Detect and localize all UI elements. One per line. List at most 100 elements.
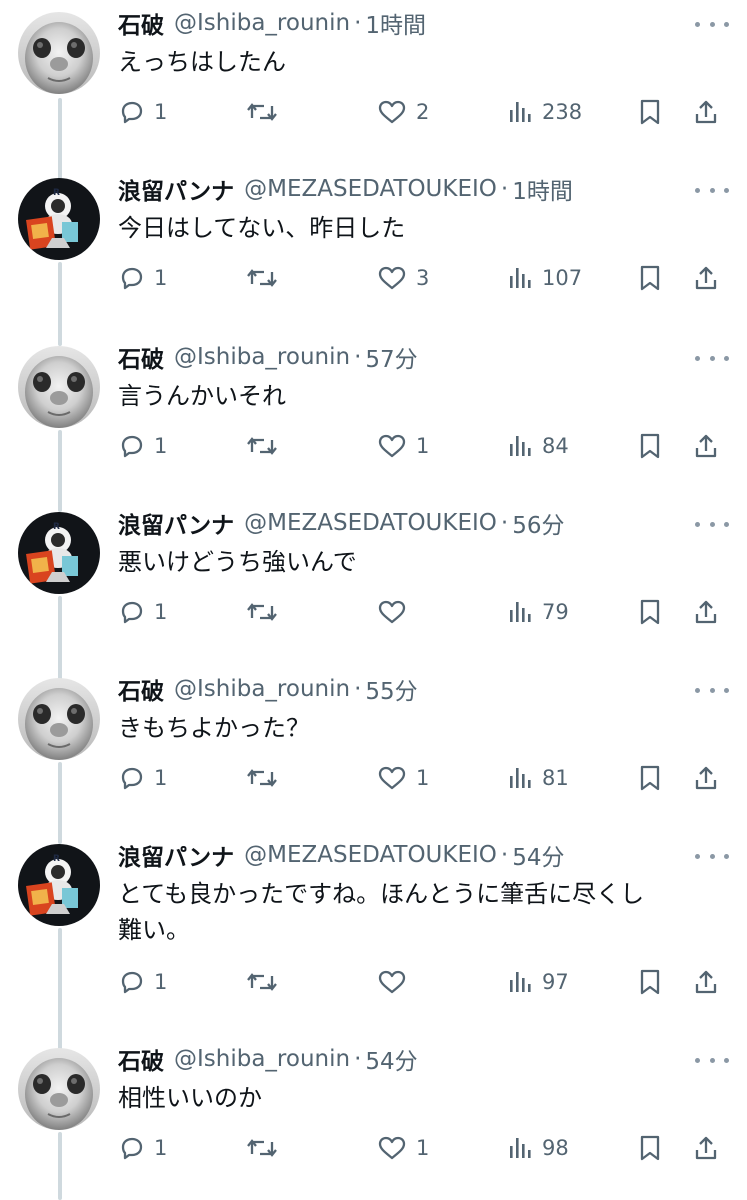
reply-icon <box>118 432 146 460</box>
display-name[interactable]: 石破 <box>118 672 164 706</box>
reply-icon <box>118 968 146 996</box>
like-button[interactable]: 1 <box>376 758 429 798</box>
bookmark-button[interactable] <box>636 758 664 798</box>
reply-button[interactable]: 1 <box>118 426 167 466</box>
user-handle[interactable]: @MEZASEDATOUKEIO <box>244 510 497 536</box>
more-icon[interactable] <box>695 178 729 202</box>
user-handle[interactable]: @Ishiba_rounin <box>174 10 350 36</box>
retweet-icon <box>246 1134 278 1162</box>
tweet[interactable]: 浪留パンナ @MEZASEDATOUKEIO · 54分 とても良かったですね。… <box>0 838 747 1038</box>
share-icon <box>692 98 720 126</box>
user-handle[interactable]: @MEZASEDATOUKEIO <box>244 176 497 202</box>
share-button[interactable] <box>692 258 720 298</box>
user-handle[interactable]: @Ishiba_rounin <box>174 344 350 370</box>
like-button[interactable]: 1 <box>376 426 429 466</box>
retweet-button[interactable] <box>246 1128 286 1168</box>
ronin-panna-avatar[interactable] <box>18 512 100 594</box>
reply-button[interactable]: 1 <box>118 1128 167 1168</box>
reply-button[interactable]: 1 <box>118 92 167 132</box>
tweet-header: 浪留パンナ @MEZASEDATOUKEIO · 1時間 <box>118 172 573 206</box>
more-icon[interactable] <box>695 844 729 868</box>
tweet[interactable]: 石破 @Ishiba_rounin · 54分 相性いいのか 1 1 98 <box>0 1042 747 1200</box>
view-count: 81 <box>542 766 569 790</box>
views-button[interactable]: 97 <box>506 962 569 1002</box>
timestamp[interactable]: 57分 <box>365 340 417 374</box>
reply-count: 1 <box>154 1136 168 1160</box>
separator-dot: · <box>354 10 362 36</box>
share-icon <box>692 432 720 460</box>
like-button[interactable] <box>376 962 416 1002</box>
display-name[interactable]: 石破 <box>118 1042 164 1076</box>
display-name[interactable]: 浪留パンナ <box>118 172 234 206</box>
share-button[interactable] <box>692 92 720 132</box>
timestamp[interactable]: 54分 <box>512 838 564 872</box>
more-icon[interactable] <box>695 1048 729 1072</box>
views-button[interactable]: 79 <box>506 592 569 632</box>
bookmark-button[interactable] <box>636 962 664 1002</box>
ishiba-avatar[interactable] <box>18 678 100 760</box>
view-count: 98 <box>542 1136 569 1160</box>
user-handle[interactable]: @Ishiba_rounin <box>174 676 350 702</box>
ishiba-avatar[interactable] <box>18 1048 100 1130</box>
views-button[interactable]: 98 <box>506 1128 569 1168</box>
tweet[interactable]: 石破 @Ishiba_rounin · 55分 きもちよかった？ 1 1 81 <box>0 672 747 832</box>
like-button[interactable]: 1 <box>376 1128 429 1168</box>
views-button[interactable]: 84 <box>506 426 569 466</box>
timestamp[interactable]: 1時間 <box>365 6 426 40</box>
ronin-panna-avatar[interactable] <box>18 178 100 260</box>
more-icon[interactable] <box>695 12 729 36</box>
views-icon <box>506 968 534 996</box>
timestamp[interactable]: 54分 <box>365 1042 417 1076</box>
ishiba-avatar[interactable] <box>18 12 100 94</box>
retweet-button[interactable] <box>246 592 286 632</box>
retweet-button[interactable] <box>246 258 286 298</box>
display-name[interactable]: 浪留パンナ <box>118 838 234 872</box>
bookmark-button[interactable] <box>636 426 664 466</box>
timestamp[interactable]: 56分 <box>512 506 564 540</box>
reply-button[interactable]: 1 <box>118 592 167 632</box>
like-button[interactable]: 3 <box>376 258 429 298</box>
user-handle[interactable]: @MEZASEDATOUKEIO <box>244 842 497 868</box>
ronin-panna-avatar[interactable] <box>18 844 100 926</box>
more-icon[interactable] <box>695 512 729 536</box>
bookmark-button[interactable] <box>636 258 664 298</box>
tweet-text: 悪いけどうち強いんで <box>118 548 357 576</box>
bookmark-button[interactable] <box>636 92 664 132</box>
display-name[interactable]: 石破 <box>118 340 164 374</box>
more-icon[interactable] <box>695 346 729 370</box>
retweet-button[interactable] <box>246 758 286 798</box>
display-name[interactable]: 浪留パンナ <box>118 506 234 540</box>
retweet-button[interactable] <box>246 426 286 466</box>
reply-button[interactable]: 1 <box>118 258 167 298</box>
like-button[interactable]: 2 <box>376 92 429 132</box>
share-button[interactable] <box>692 592 720 632</box>
views-button[interactable]: 81 <box>506 758 569 798</box>
views-icon <box>506 598 534 626</box>
tweet[interactable]: 石破 @Ishiba_rounin · 1時間 えっちはしたん 1 2 238 <box>0 6 747 166</box>
tweet[interactable]: 浪留パンナ @MEZASEDATOUKEIO · 1時間 今日はしてない、昨日し… <box>0 172 747 332</box>
reply-count: 1 <box>154 100 168 124</box>
share-button[interactable] <box>692 426 720 466</box>
bookmark-button[interactable] <box>636 1128 664 1168</box>
user-handle[interactable]: @Ishiba_rounin <box>174 1046 350 1072</box>
views-button[interactable]: 238 <box>506 92 582 132</box>
timestamp[interactable]: 1時間 <box>512 172 573 206</box>
bookmark-button[interactable] <box>636 592 664 632</box>
retweet-button[interactable] <box>246 92 286 132</box>
views-button[interactable]: 107 <box>506 258 582 298</box>
reply-button[interactable]: 1 <box>118 962 167 1002</box>
more-icon[interactable] <box>695 678 729 702</box>
like-button[interactable] <box>376 592 416 632</box>
timestamp[interactable]: 55分 <box>365 672 417 706</box>
reply-button[interactable]: 1 <box>118 758 167 798</box>
tweet[interactable]: 石破 @Ishiba_rounin · 57分 言うんかいそれ 1 1 84 <box>0 340 747 500</box>
share-button[interactable] <box>692 758 720 798</box>
action-bar: 1 1 98 <box>118 1128 728 1168</box>
retweet-button[interactable] <box>246 962 286 1002</box>
display-name[interactable]: 石破 <box>118 6 164 40</box>
share-button[interactable] <box>692 962 720 1002</box>
tweet-header: 石破 @Ishiba_rounin · 1時間 <box>118 6 426 40</box>
tweet[interactable]: 浪留パンナ @MEZASEDATOUKEIO · 56分 悪いけどうち強いんで … <box>0 506 747 666</box>
ishiba-avatar[interactable] <box>18 346 100 428</box>
share-button[interactable] <box>692 1128 720 1168</box>
